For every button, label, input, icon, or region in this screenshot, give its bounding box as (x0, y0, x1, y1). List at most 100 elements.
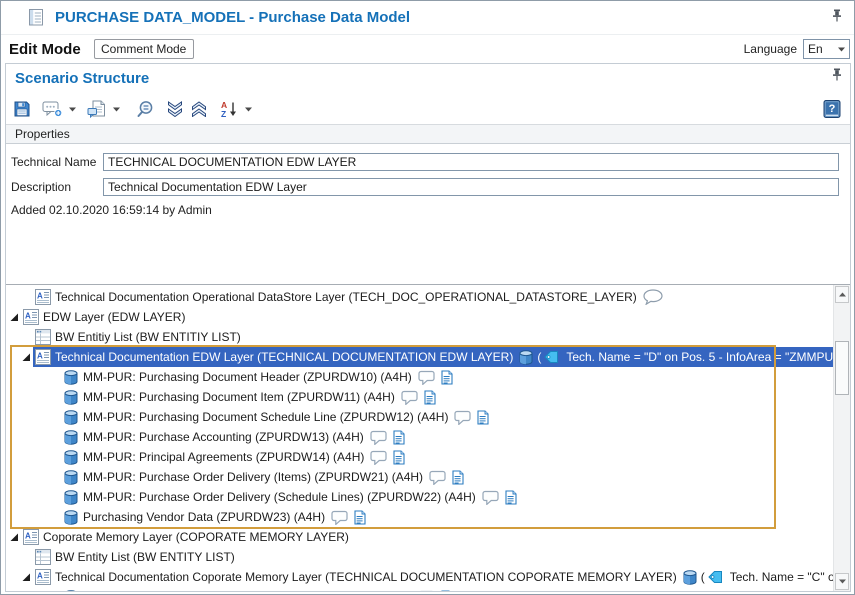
svg-text:A: A (37, 352, 43, 361)
comment-mode-button[interactable]: Comment Mode (94, 39, 194, 59)
comment-bubble-icon[interactable] (401, 390, 418, 405)
scrollbar-thumb[interactable] (835, 341, 849, 395)
document-icon[interactable] (354, 510, 366, 525)
zoom-button[interactable] (134, 98, 156, 120)
document-icon[interactable] (393, 450, 405, 465)
tree-row-label: Technical Documentation Operational Data… (55, 287, 637, 307)
infoprovider-icon (63, 370, 79, 385)
tree-row[interactable]: AEDW Layer (EDW LAYER) (6, 307, 833, 327)
tree-row-label: BW Entity List (BW ENTITY LIST) (55, 547, 235, 567)
tree-row[interactable]: MM-PUR: Principal Agreements (ZPURDW14) … (6, 447, 833, 467)
tree-row[interactable]: MM-PUR: Purchasing Document Item (ZPURDW… (6, 387, 833, 407)
document-icon[interactable] (452, 470, 464, 485)
infoprovider-icon (63, 450, 79, 465)
sort-az-icon: AZ (220, 100, 239, 118)
help-button[interactable]: ? (821, 98, 843, 120)
scroll-down-button[interactable] (835, 573, 849, 590)
scenario-structure-panel: Scenario Structure AZ ? Pro (5, 63, 851, 592)
comment-bubble-icon[interactable] (331, 510, 348, 525)
tree-row[interactable]: A Technical Documentation EDW Layer (TECH… (6, 347, 833, 367)
tree-row[interactable]: ACoporate Memory Layer (COPORATE MEMORY … (6, 527, 833, 547)
comment-bubble-icon[interactable] (418, 370, 435, 385)
description-label: Description (11, 180, 103, 194)
copy-document-button[interactable] (86, 98, 108, 120)
copy-document-icon (87, 100, 107, 118)
expander-icon[interactable] (7, 312, 23, 322)
comment-bubble-icon[interactable] (482, 490, 499, 505)
added-info: Added 02.10.2020 16:59:14 by Admin (11, 203, 850, 217)
tree-row[interactable]: BW Entitiy List (BW ENTITIY LIST) (6, 327, 833, 347)
document-icon[interactable] (441, 370, 453, 385)
expander-icon[interactable] (19, 352, 35, 362)
save-button[interactable] (11, 98, 33, 120)
tree-row[interactable]: MM-PUR: Purchase Accounting (ZPURDW13) (… (6, 427, 833, 447)
tree-row[interactable]: MM-PUR: Purchasing Document Schedule Lin… (6, 407, 833, 427)
svg-text:?: ? (829, 103, 836, 115)
condition-text: Tech. Name = "D" on Pos. 5 - InfoArea = … (566, 347, 833, 367)
comment-bubble-icon[interactable] (370, 430, 387, 445)
tree-row[interactable]: MM-PUR: Purchase Order Delivery (Items) … (6, 467, 833, 487)
expander-icon[interactable] (7, 532, 23, 542)
infoprovider-icon (63, 490, 79, 505)
tree-row-label: MM-PUR: Principal Agreements (ZPURDW14) … (83, 447, 364, 467)
double-chevron-up-icon (190, 101, 208, 117)
comment-bubble-icon[interactable] (418, 590, 435, 592)
tree-row[interactable]: MM-PUR: Purchase Order Delivery (Schedul… (6, 487, 833, 507)
comment-bubble-icon[interactable] (370, 450, 387, 465)
panel-title: Scenario Structure (15, 70, 149, 87)
description-field[interactable] (103, 178, 839, 196)
technical-name-label: Technical Name (11, 155, 103, 169)
infoprovider-icon (682, 570, 698, 585)
tree-row[interactable]: Purchasing Vendor Data (ZPURDW23) (A4H) (6, 507, 833, 527)
mode-bar: Edit Mode Comment Mode Language En (1, 35, 854, 63)
chevron-down-icon (839, 579, 846, 584)
chevron-down-icon (245, 107, 252, 112)
copy-document-dropdown[interactable] (110, 98, 122, 120)
tree-row[interactable]: BW Entity List (BW ENTITY LIST) (6, 547, 833, 567)
document-icon[interactable] (393, 430, 405, 445)
tree-row[interactable]: MM-PUR: Purchasing Document Header (ZPUR… (6, 587, 833, 591)
language-select[interactable]: En (803, 39, 850, 59)
infoarea-icon: A (35, 289, 51, 305)
panel-header: Scenario Structure (6, 64, 850, 94)
infoarea-icon: A (35, 569, 51, 585)
properties-tab[interactable]: Properties (6, 124, 850, 144)
tree-row-label: Technical Documentation Coporate Memory … (55, 567, 677, 587)
infoarea-icon: A (23, 529, 39, 545)
properties-body: Technical Name Description Added 02.10.2… (6, 144, 850, 284)
infoprovider-icon (63, 410, 79, 425)
collapse-all-button[interactable] (188, 98, 210, 120)
add-comment-dropdown[interactable] (66, 98, 78, 120)
comment-bubble-icon[interactable] (454, 410, 471, 425)
document-icon[interactable] (505, 490, 517, 505)
sort-button[interactable]: AZ (218, 98, 240, 120)
tree-row[interactable]: ATechnical Documentation Operational Dat… (6, 287, 833, 307)
infoprovider-icon (518, 350, 534, 365)
sort-dropdown[interactable] (242, 98, 254, 120)
comment-bubble-icon[interactable] (429, 470, 446, 485)
add-comment-button[interactable] (41, 98, 64, 120)
vertical-scrollbar[interactable] (833, 285, 850, 591)
technical-name-field[interactable] (103, 153, 839, 171)
tree-row-label: MM-PUR: Purchasing Document Header (ZPUR… (83, 367, 412, 387)
tree-row-label: EDW Layer (EDW LAYER) (43, 307, 185, 327)
svg-text:A: A (37, 572, 43, 581)
comment-bubble-icon[interactable] (643, 289, 663, 305)
tag-icon (544, 350, 559, 364)
add-comment-icon (42, 100, 63, 118)
tree-row-label: Technical Documentation EDW Layer (TECHN… (55, 347, 513, 367)
expand-all-button[interactable] (164, 98, 186, 120)
tree-row[interactable]: MM-PUR: Purchasing Document Header (ZPUR… (6, 367, 833, 387)
document-icon[interactable] (477, 410, 489, 425)
data-model-icon (29, 9, 44, 26)
document-icon[interactable] (424, 390, 436, 405)
expander-icon[interactable] (19, 572, 35, 582)
scroll-up-button[interactable] (835, 286, 849, 303)
tree-row[interactable]: A Technical Documentation Coporate Memory… (6, 567, 833, 587)
pin-icon[interactable] (832, 68, 842, 86)
infoprovider-icon (63, 430, 79, 445)
document-icon[interactable] (441, 590, 453, 592)
pin-icon[interactable] (832, 9, 842, 27)
tree-row-label: MM-PUR: Purchase Order Delivery (Items) … (83, 467, 423, 487)
magnifier-icon (136, 100, 155, 119)
